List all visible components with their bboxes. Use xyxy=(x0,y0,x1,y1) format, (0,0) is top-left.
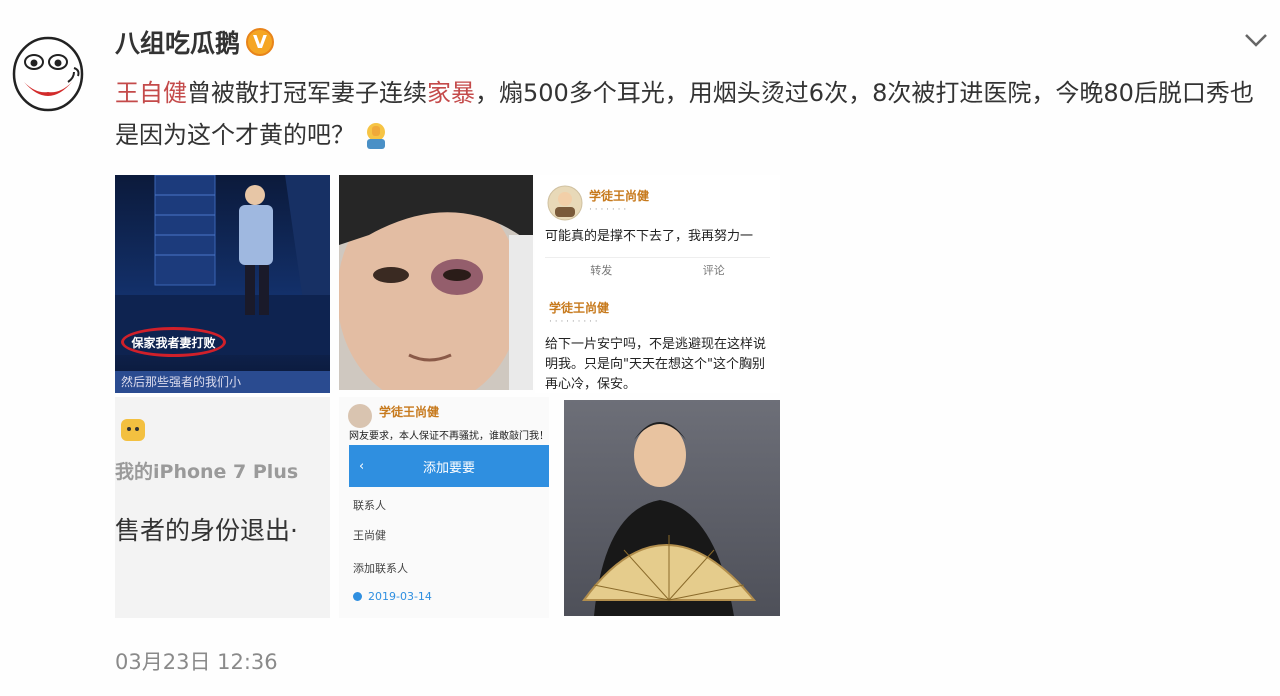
comment-button[interactable]: 评论 xyxy=(703,262,725,278)
portrait-photo[interactable] xyxy=(564,400,780,616)
back-arrow-icon[interactable]: ‹ xyxy=(359,459,364,474)
post-text: 王自健曾被散打冠军妻子连续家暴，煽500多个耳光，用烟头烫过6次，8次被打进医院… xyxy=(115,72,1255,156)
app-user-name: 学徒王尚健 xyxy=(379,405,440,419)
hashtag-highlight[interactable]: 家暴 xyxy=(427,79,475,107)
weibo-user-name: 学徒王尚健 xyxy=(589,189,650,203)
repost-button[interactable]: 转发 xyxy=(590,262,612,278)
stage-illustration xyxy=(115,175,330,355)
post-timestamp[interactable]: 03月23日 12:36 xyxy=(115,646,278,676)
app-title: 添加要要 xyxy=(422,460,475,476)
app-screenshot[interactable]: 学徒王尚健 网友要求，本人保证不再骚扰，谁敢敲门我！ ‹ 添加要要 联系人 王尚… xyxy=(339,397,549,618)
weibo-user-name-2: 学徒王尚健 xyxy=(549,301,610,315)
author-avatar[interactable] xyxy=(10,34,86,120)
app-row-1: 联系人 xyxy=(353,499,386,512)
author-name-row[interactable]: 八组吃瓜鹅 V xyxy=(115,24,275,60)
app-row-2: 王尚健 xyxy=(353,529,386,542)
weibo-meta: · · · · · · · xyxy=(589,205,627,215)
radio-dot-icon xyxy=(353,592,362,601)
verified-badge-icon: V xyxy=(246,28,275,56)
app-row-3: 添加联系人 xyxy=(353,562,408,575)
stage-strip-text: 然后那些强者的我们小 xyxy=(115,371,330,393)
weibo-meta-2: · · · · · · · · · xyxy=(549,317,598,327)
text-snippet-image[interactable]: 我的iPhone 7 Plus 售者的身份退出· xyxy=(115,397,330,618)
facepalm-emoji-icon xyxy=(366,123,385,149)
face-illustration xyxy=(339,175,533,390)
mention-name[interactable]: 王自健 xyxy=(115,79,187,107)
weibo-screenshot[interactable]: 学徒王尚健 · · · · · · · 可能真的是撑不下去了，我再努力一 转发 … xyxy=(535,175,780,393)
author-name[interactable]: 八组吃瓜鹅 xyxy=(115,24,240,60)
app-date: 2019-03-14 xyxy=(368,590,432,603)
weibo-body-2: 给下一片安宁吗，不是逃避现在这样说明我。只是向"天天在想这个"这个胸别再心冷，保… xyxy=(545,337,767,392)
iphone-text: 我的iPhone 7 Plus xyxy=(115,461,299,483)
emoji-icon xyxy=(121,419,145,441)
portrait-illustration xyxy=(582,422,757,616)
weibo-body: 可能真的是撑不下去了，我再努力一 xyxy=(545,229,754,244)
app-date-row: 2019-03-14 xyxy=(353,590,432,603)
stage-caption: 保家我者妻打败 xyxy=(121,327,226,357)
image-grid: 保家我者妻打败 然后那些强者的我们小 学徒王尚健 · · · · · · · 可… xyxy=(115,175,780,618)
face-closeup-photo[interactable] xyxy=(339,175,533,390)
chevron-down-icon[interactable] xyxy=(1244,30,1268,50)
stage-photo[interactable]: 保家我者妻打败 然后那些强者的我们小 xyxy=(115,175,330,393)
weibo-actions: 转发 评论 xyxy=(545,257,770,278)
user-avatar-icon xyxy=(547,185,583,221)
user-avatar-icon xyxy=(348,404,372,428)
app-title-bar: ‹ 添加要要 xyxy=(349,445,549,487)
app-comment: 网友要求，本人保证不再骚扰，谁敢敲门我！ xyxy=(349,431,549,442)
cartoon-avatar-icon xyxy=(12,36,84,112)
reporter-text: 售者的身份退出· xyxy=(115,516,298,545)
post-text-part: 曾被散打冠军妻子连续 xyxy=(187,79,427,107)
